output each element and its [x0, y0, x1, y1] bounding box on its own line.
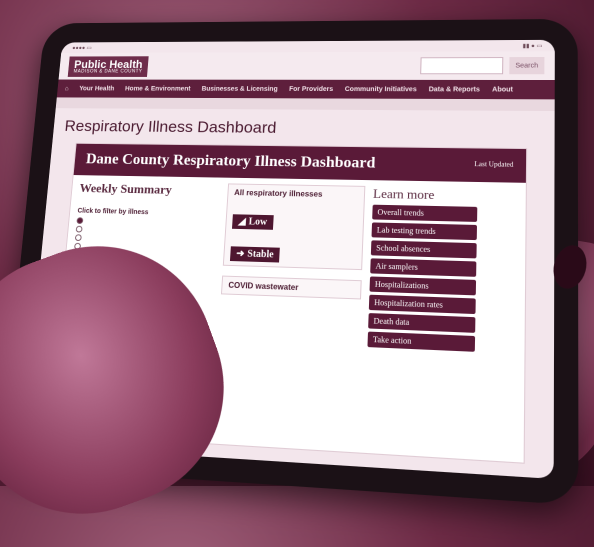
search-input[interactable] — [419, 57, 504, 75]
link-lab-testing[interactable]: Lab testing trends — [371, 222, 478, 241]
level-badge-text: Low — [248, 216, 268, 228]
nav-home-environment[interactable]: Home & Environment — [125, 85, 191, 92]
all-illnesses-card: All respiratory illnesses ◢ Low ➜ Stable — [222, 183, 366, 271]
summary-note — [78, 198, 219, 207]
logo-line1: Public Health — [73, 57, 144, 71]
covid-card: COVID wastewater — [220, 275, 362, 300]
status-left: ●●●● ▭ — [72, 45, 92, 51]
site-logo[interactable]: Public Health MADISON & DANE COUNTY — [67, 55, 150, 77]
link-air-samplers[interactable]: Air samplers — [370, 258, 477, 277]
site-header: Public Health MADISON & DANE COUNTY Sear… — [58, 51, 555, 81]
search-area: Search — [419, 56, 545, 75]
nav-providers[interactable]: For Providers — [289, 86, 333, 93]
nav-about[interactable]: About — [492, 86, 513, 93]
radio-icon — [75, 225, 83, 233]
learn-more-title: Learn more — [372, 186, 435, 203]
level-label — [233, 203, 357, 212]
link-overall-trends[interactable]: Overall trends — [372, 204, 478, 222]
filter-label: Click to filter by illness — [77, 207, 149, 217]
right-arrow-icon: ➜ — [235, 248, 245, 260]
radio-icon — [74, 234, 82, 242]
covid-title: COVID wastewater — [228, 280, 299, 293]
main-nav: ⌂ Your Health Home & Environment Busines… — [56, 79, 555, 100]
dashboard-title: Dane County Respiratory Illness Dashboar… — [85, 151, 376, 172]
logo-line2: MADISON & DANE COUNTY — [73, 68, 143, 74]
link-take-action[interactable]: Take action — [367, 331, 476, 352]
link-hospitalizations[interactable]: Hospitalizations — [369, 276, 477, 296]
search-button[interactable]: Search — [509, 56, 545, 75]
link-school-absences[interactable]: School absences — [370, 240, 477, 259]
trend-badge: ➜ Stable — [229, 246, 280, 263]
weekly-summary-title: Weekly Summary — [79, 180, 173, 197]
level-badge: ◢ Low — [231, 214, 274, 230]
learn-more-column: Learn more Overall trends Lab testing tr… — [367, 186, 517, 357]
link-hospitalization-rates[interactable]: Hospitalization rates — [368, 294, 476, 315]
nav-data-reports[interactable]: Data & Reports — [429, 86, 480, 93]
status-column: All respiratory illnesses ◢ Low ➜ Stable — [218, 183, 366, 349]
nav-your-health[interactable]: Your Health — [79, 85, 114, 91]
nav-community[interactable]: Community Initiatives — [345, 86, 417, 93]
home-icon[interactable]: ⌂ — [64, 85, 68, 91]
status-right: ▮▮ ● ▭ — [522, 43, 543, 49]
low-arrow-icon: ◢ — [237, 216, 247, 228]
last-updated-label: Last Updated — [474, 160, 514, 170]
trend-badge-text: Stable — [247, 248, 274, 261]
page-title: Respiratory Illness Dashboard — [63, 117, 277, 137]
nav-businesses[interactable]: Businesses & Licensing — [201, 86, 277, 93]
trend-label — [231, 235, 356, 244]
all-illnesses-title: All respiratory illnesses — [233, 188, 323, 199]
radio-selected-icon — [76, 217, 84, 225]
link-death-data[interactable]: Death data — [368, 313, 476, 333]
